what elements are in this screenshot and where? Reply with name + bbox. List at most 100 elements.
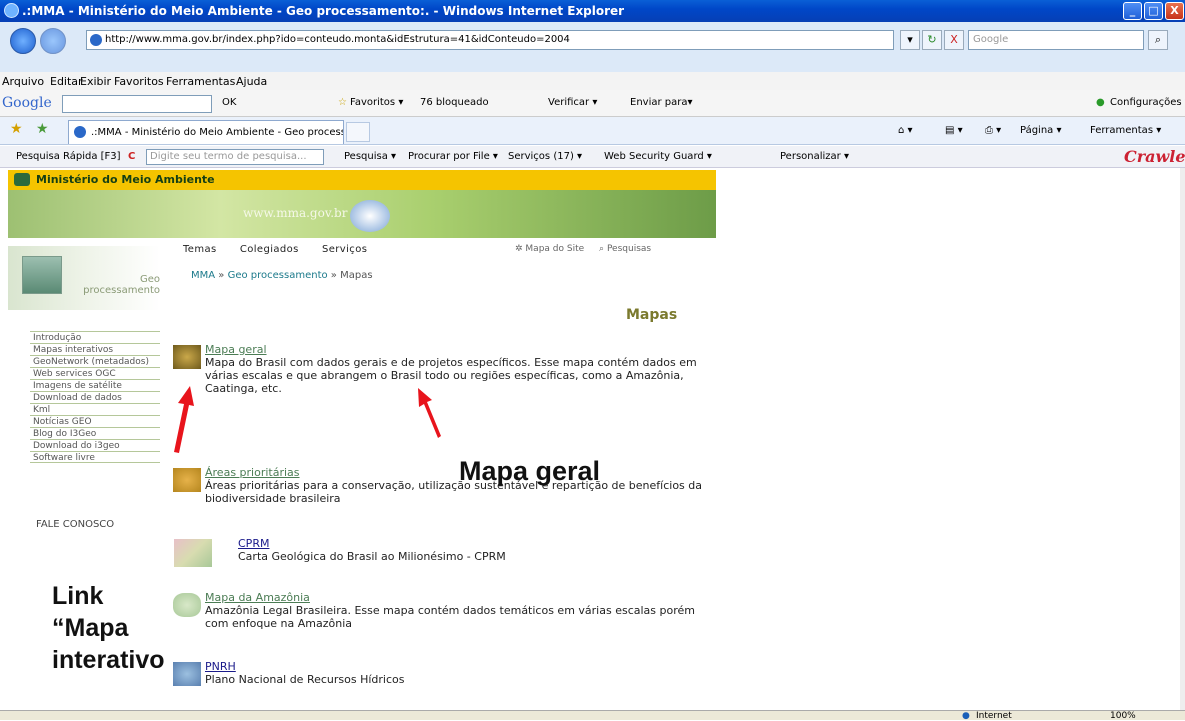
page-icon (90, 34, 102, 46)
home-icon[interactable]: ⌂ ▾ (898, 125, 913, 136)
entry-mapa-amazonia: Mapa da Amazônia Amazônia Legal Brasilei… (173, 591, 715, 630)
refresh-button[interactable]: ↻ (922, 30, 942, 50)
menu-ajuda[interactable]: Ajuda (236, 75, 267, 88)
print-icon[interactable]: ⎙ ▾ (985, 125, 1001, 136)
forward-button[interactable] (40, 28, 66, 54)
cprm-thumb[interactable] (174, 539, 212, 567)
popup-blocked[interactable]: 76 bloqueado (420, 97, 489, 108)
cprm-link[interactable]: CPRM (238, 537, 748, 550)
entry-mapa-geral: Mapa geral Mapa do Brasil com dados gera… (173, 343, 715, 395)
dropdown-icon[interactable]: ▾ (900, 30, 920, 50)
ministry-logo-icon (14, 173, 30, 186)
favorites-star-icon[interactable]: ★ (10, 121, 23, 137)
stop-button[interactable]: X (944, 30, 964, 50)
maximize-button[interactable]: □ (1144, 2, 1163, 20)
menu-blog-i3geo[interactable]: Blog do I3Geo (30, 427, 160, 439)
breadcrumb-current: Mapas (340, 270, 373, 281)
entry-cprm: CPRM Carta Geológica do Brasil ao Milion… (174, 537, 748, 567)
menu-editar[interactable]: Editar (50, 75, 83, 88)
ferramentas-menu[interactable]: Ferramentas ▾ (1090, 125, 1161, 136)
mapa-geral-link[interactable]: Mapa geral (205, 343, 715, 356)
site-url[interactable]: www.mma.gov.br (243, 206, 347, 220)
nav-colegiados[interactable]: Colegiados (240, 244, 299, 255)
breadcrumb-mma[interactable]: MMA (191, 270, 215, 281)
google-toolbar: Google OK ☆ Favoritos ▾ 76 bloqueado Ver… (0, 90, 1185, 117)
mapa-amazonia-desc: Amazônia Legal Brasileira. Esse mapa con… (205, 604, 695, 630)
menu-download-dados[interactable]: Download de dados (30, 391, 160, 403)
verificar-button[interactable]: Verificar ▾ (548, 97, 597, 108)
nav-servicos[interactable]: Serviços (322, 244, 367, 255)
close-button[interactable]: X (1165, 2, 1184, 20)
globe-icon (350, 200, 390, 232)
pesquisa-rapida-button[interactable]: Pesquisa Rápida [F3] (16, 151, 121, 162)
mapa-site-link[interactable]: Mapa do Site (525, 244, 584, 254)
mapa-geral-icon[interactable] (173, 345, 201, 369)
pesquisas-link[interactable]: Pesquisas (607, 244, 651, 254)
enviar-button[interactable]: Enviar para▾ (630, 97, 693, 108)
pnrh-desc: Plano Nacional de Recursos Hídricos (205, 673, 405, 686)
pagina-menu[interactable]: Página ▾ (1020, 125, 1062, 136)
map-icon: ✲ (515, 244, 523, 254)
back-button[interactable] (10, 28, 36, 54)
mapa-geral-desc: Mapa do Brasil com dados gerais e de pro… (205, 356, 697, 395)
annotation-mapa-geral: Mapa geral (459, 456, 601, 486)
pnrh-icon[interactable] (173, 662, 201, 686)
nav-temas[interactable]: Temas (183, 244, 217, 255)
amazonia-icon[interactable] (173, 593, 201, 617)
geo-label: Geo processamento (83, 274, 160, 296)
page-title: Mapas (626, 307, 678, 323)
areas-icon[interactable] (173, 468, 201, 492)
menu-geonetwork[interactable]: GeoNetwork (metadados) (30, 355, 160, 367)
ministry-header: Ministério do Meio Ambiente (8, 170, 716, 190)
address-input[interactable]: http://www.mma.gov.br/index.php?ido=cont… (86, 30, 894, 50)
tab-active[interactable]: .:MMA - Ministério do Meio Ambiente - Ge… (68, 120, 344, 144)
vertical-scrollbar[interactable] (1180, 168, 1185, 710)
add-favorite-icon[interactable]: ★ (36, 121, 49, 137)
menu-favoritos[interactable]: Favoritos (114, 75, 164, 88)
menu-download-i3geo[interactable]: Download do i3geo (30, 439, 160, 451)
tab-title: .:MMA - Ministério do Meio Ambiente - Ge… (91, 127, 344, 138)
menu-kml[interactable]: Kml (30, 403, 160, 415)
menu-introducao[interactable]: Introdução (30, 331, 160, 343)
search-input[interactable]: Google (968, 30, 1144, 50)
breadcrumb-geo[interactable]: Geo processamento (228, 270, 328, 281)
entry-pnrh: PNRH Plano Nacional de Recursos Hídricos (173, 660, 715, 686)
menu-arquivo[interactable]: Arquivo (2, 75, 44, 88)
page-icon (74, 126, 86, 138)
menu-mapas-interativos[interactable]: Mapas interativos (30, 343, 160, 355)
cprm-desc: Carta Geológica do Brasil ao Milionésimo… (238, 550, 506, 563)
web-security-guard-button[interactable]: Web Security Guard ▾ (604, 151, 712, 162)
geo-panel: Geo processamento (8, 246, 160, 310)
google-ok-button[interactable]: OK (222, 97, 236, 108)
favoritos-button[interactable]: Favoritos ▾ (350, 97, 403, 108)
red-arrow-right (418, 388, 441, 438)
menu-ferramentas[interactable]: Ferramentas (166, 75, 235, 88)
configuracoes-button[interactable]: Configurações ▾ (1110, 97, 1185, 108)
mapa-amazonia-link[interactable]: Mapa da Amazônia (205, 591, 715, 604)
pesquisa-button[interactable]: Pesquisa ▾ (344, 151, 396, 162)
crawler-c-icon: C (128, 151, 136, 162)
menu-imagens-satelite[interactable]: Imagens de satélite (30, 379, 160, 391)
toolbar-search-input[interactable]: Digite seu termo de pesquisa... (146, 149, 324, 165)
menu-exibir[interactable]: Exibir (80, 75, 111, 88)
title-bar: .:MMA - Ministério do Meio Ambiente - Ge… (0, 0, 1185, 22)
pnrh-link[interactable]: PNRH (205, 660, 715, 673)
settings-icon: ● (1096, 97, 1105, 108)
google-logo: Google (2, 95, 52, 111)
personalizar-button[interactable]: Personalizar ▾ (780, 151, 849, 162)
google-search-input[interactable] (62, 95, 212, 113)
fale-conosco-link[interactable]: FALE CONOSCO (36, 519, 114, 530)
ministry-name[interactable]: Ministério do Meio Ambiente (36, 173, 215, 186)
servicos-button[interactable]: Serviços (17) ▾ (508, 151, 582, 162)
new-tab-button[interactable] (346, 122, 370, 142)
menu-software-livre[interactable]: Software livre (30, 451, 160, 463)
address-row: http://www.mma.gov.br/index.php?ido=cont… (0, 22, 1185, 72)
feeds-icon[interactable]: ▤ ▾ (945, 125, 963, 136)
minimize-button[interactable]: _ (1123, 2, 1142, 20)
menu-noticias-geo[interactable]: Notícias GEO (30, 415, 160, 427)
search-toolbar: Pesquisa Rápida [F3] C Digite seu termo … (0, 146, 1185, 168)
menu-web-services[interactable]: Web services OGC (30, 367, 160, 379)
procurar-file-button[interactable]: Procurar por File ▾ (408, 151, 498, 162)
search-icon[interactable]: ⌕ (1148, 30, 1168, 50)
breadcrumb: MMA » Geo processamento » Mapas (191, 270, 373, 281)
